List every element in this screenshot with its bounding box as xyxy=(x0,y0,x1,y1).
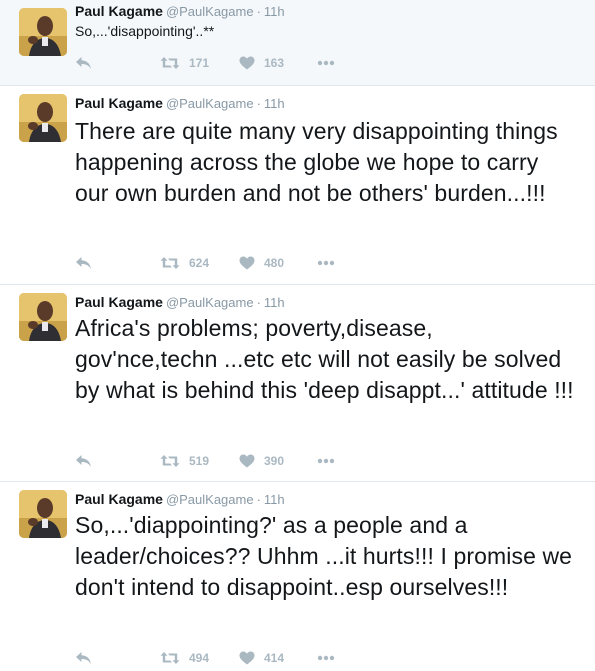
reply-button[interactable] xyxy=(75,451,92,471)
heart-icon xyxy=(239,651,255,665)
retweet-count: 171 xyxy=(189,56,210,70)
retweet-button[interactable]: 519 xyxy=(160,451,209,471)
tweet-text: So,...'disappointing'..** xyxy=(75,23,215,39)
more-dots-icon xyxy=(317,260,335,266)
heart-icon xyxy=(239,454,255,468)
tweet-text: There are quite many very disappointing … xyxy=(75,118,558,206)
avatar[interactable] xyxy=(19,490,67,538)
retweet-count: 494 xyxy=(189,651,210,665)
retweet-count: 624 xyxy=(189,256,210,270)
tweet-text: Africa's problems; poverty,disease, gov'… xyxy=(75,315,574,403)
retweet-icon xyxy=(160,257,180,269)
separator: · xyxy=(256,295,261,310)
like-button[interactable]: 163 xyxy=(239,53,284,73)
more-dots-icon xyxy=(317,458,335,464)
more-button[interactable] xyxy=(317,451,335,471)
tweet[interactable]: Paul Kagame @PaulKagame · 11h Africa's prob… xyxy=(0,285,595,482)
reply-icon xyxy=(76,57,91,69)
retweet-button[interactable]: 171 xyxy=(160,53,209,73)
avatar[interactable] xyxy=(19,94,67,142)
separator: · xyxy=(256,96,261,111)
author-name[interactable]: Paul Kagame xyxy=(75,95,163,111)
avatar[interactable] xyxy=(19,8,67,56)
more-button[interactable] xyxy=(317,648,335,668)
like-button[interactable]: 390 xyxy=(239,451,284,471)
like-count: 390 xyxy=(264,454,285,468)
like-count: 480 xyxy=(264,256,285,270)
separator: · xyxy=(256,492,261,507)
tweet-header: Paul Kagame @PaulKagame · 11h xyxy=(75,490,285,509)
more-button[interactable] xyxy=(317,53,335,73)
retweet-icon xyxy=(160,652,180,664)
retweet-icon xyxy=(160,455,180,467)
tweet-header: Paul Kagame @PaulKagame · 11h xyxy=(75,94,285,113)
timestamp[interactable]: 11h xyxy=(264,96,285,111)
reply-button[interactable] xyxy=(75,253,92,273)
author-handle[interactable]: @PaulKagame xyxy=(166,96,254,111)
timestamp[interactable]: 11h xyxy=(264,4,285,19)
avatar[interactable] xyxy=(19,293,67,341)
timestamp[interactable]: 11h xyxy=(264,492,285,507)
more-button[interactable] xyxy=(317,253,335,273)
author-name[interactable]: Paul Kagame xyxy=(75,491,163,507)
like-button[interactable]: 414 xyxy=(239,648,284,668)
separator: · xyxy=(256,4,261,19)
more-dots-icon xyxy=(317,60,335,66)
author-handle[interactable]: @PaulKagame xyxy=(166,295,254,310)
tweet-header: Paul Kagame @PaulKagame · 11h xyxy=(75,2,285,21)
timestamp[interactable]: 11h xyxy=(264,295,285,310)
like-count: 414 xyxy=(264,651,285,665)
retweet-count: 519 xyxy=(189,454,210,468)
like-button[interactable]: 480 xyxy=(239,253,284,273)
tweet[interactable]: Paul Kagame @PaulKagame · 11h So,...'disapp… xyxy=(0,0,595,86)
retweet-button[interactable]: 494 xyxy=(160,648,209,668)
reply-button[interactable] xyxy=(75,648,92,668)
heart-icon xyxy=(239,256,255,270)
reply-button[interactable] xyxy=(75,53,92,73)
author-name[interactable]: Paul Kagame xyxy=(75,3,163,19)
author-name[interactable]: Paul Kagame xyxy=(75,294,163,310)
author-handle[interactable]: @PaulKagame xyxy=(166,492,254,507)
retweet-button[interactable]: 624 xyxy=(160,253,209,273)
like-count: 163 xyxy=(264,56,285,70)
tweet[interactable]: Paul Kagame @PaulKagame · 11h So,...'diappo… xyxy=(0,482,595,671)
reply-icon xyxy=(76,455,91,467)
tweet-timeline: Paul Kagame @PaulKagame · 11h So,...'disapp… xyxy=(0,0,595,671)
reply-icon xyxy=(76,257,91,269)
heart-icon xyxy=(239,56,255,70)
retweet-icon xyxy=(160,57,180,69)
tweet-header: Paul Kagame @PaulKagame · 11h xyxy=(75,293,285,312)
reply-icon xyxy=(76,652,91,664)
tweet-text: So,...'diappointing?' as a people and a … xyxy=(75,512,573,600)
tweet[interactable]: Paul Kagame @PaulKagame · 11h There are qui… xyxy=(0,86,595,285)
author-handle[interactable]: @PaulKagame xyxy=(166,4,254,19)
more-dots-icon xyxy=(317,655,335,661)
